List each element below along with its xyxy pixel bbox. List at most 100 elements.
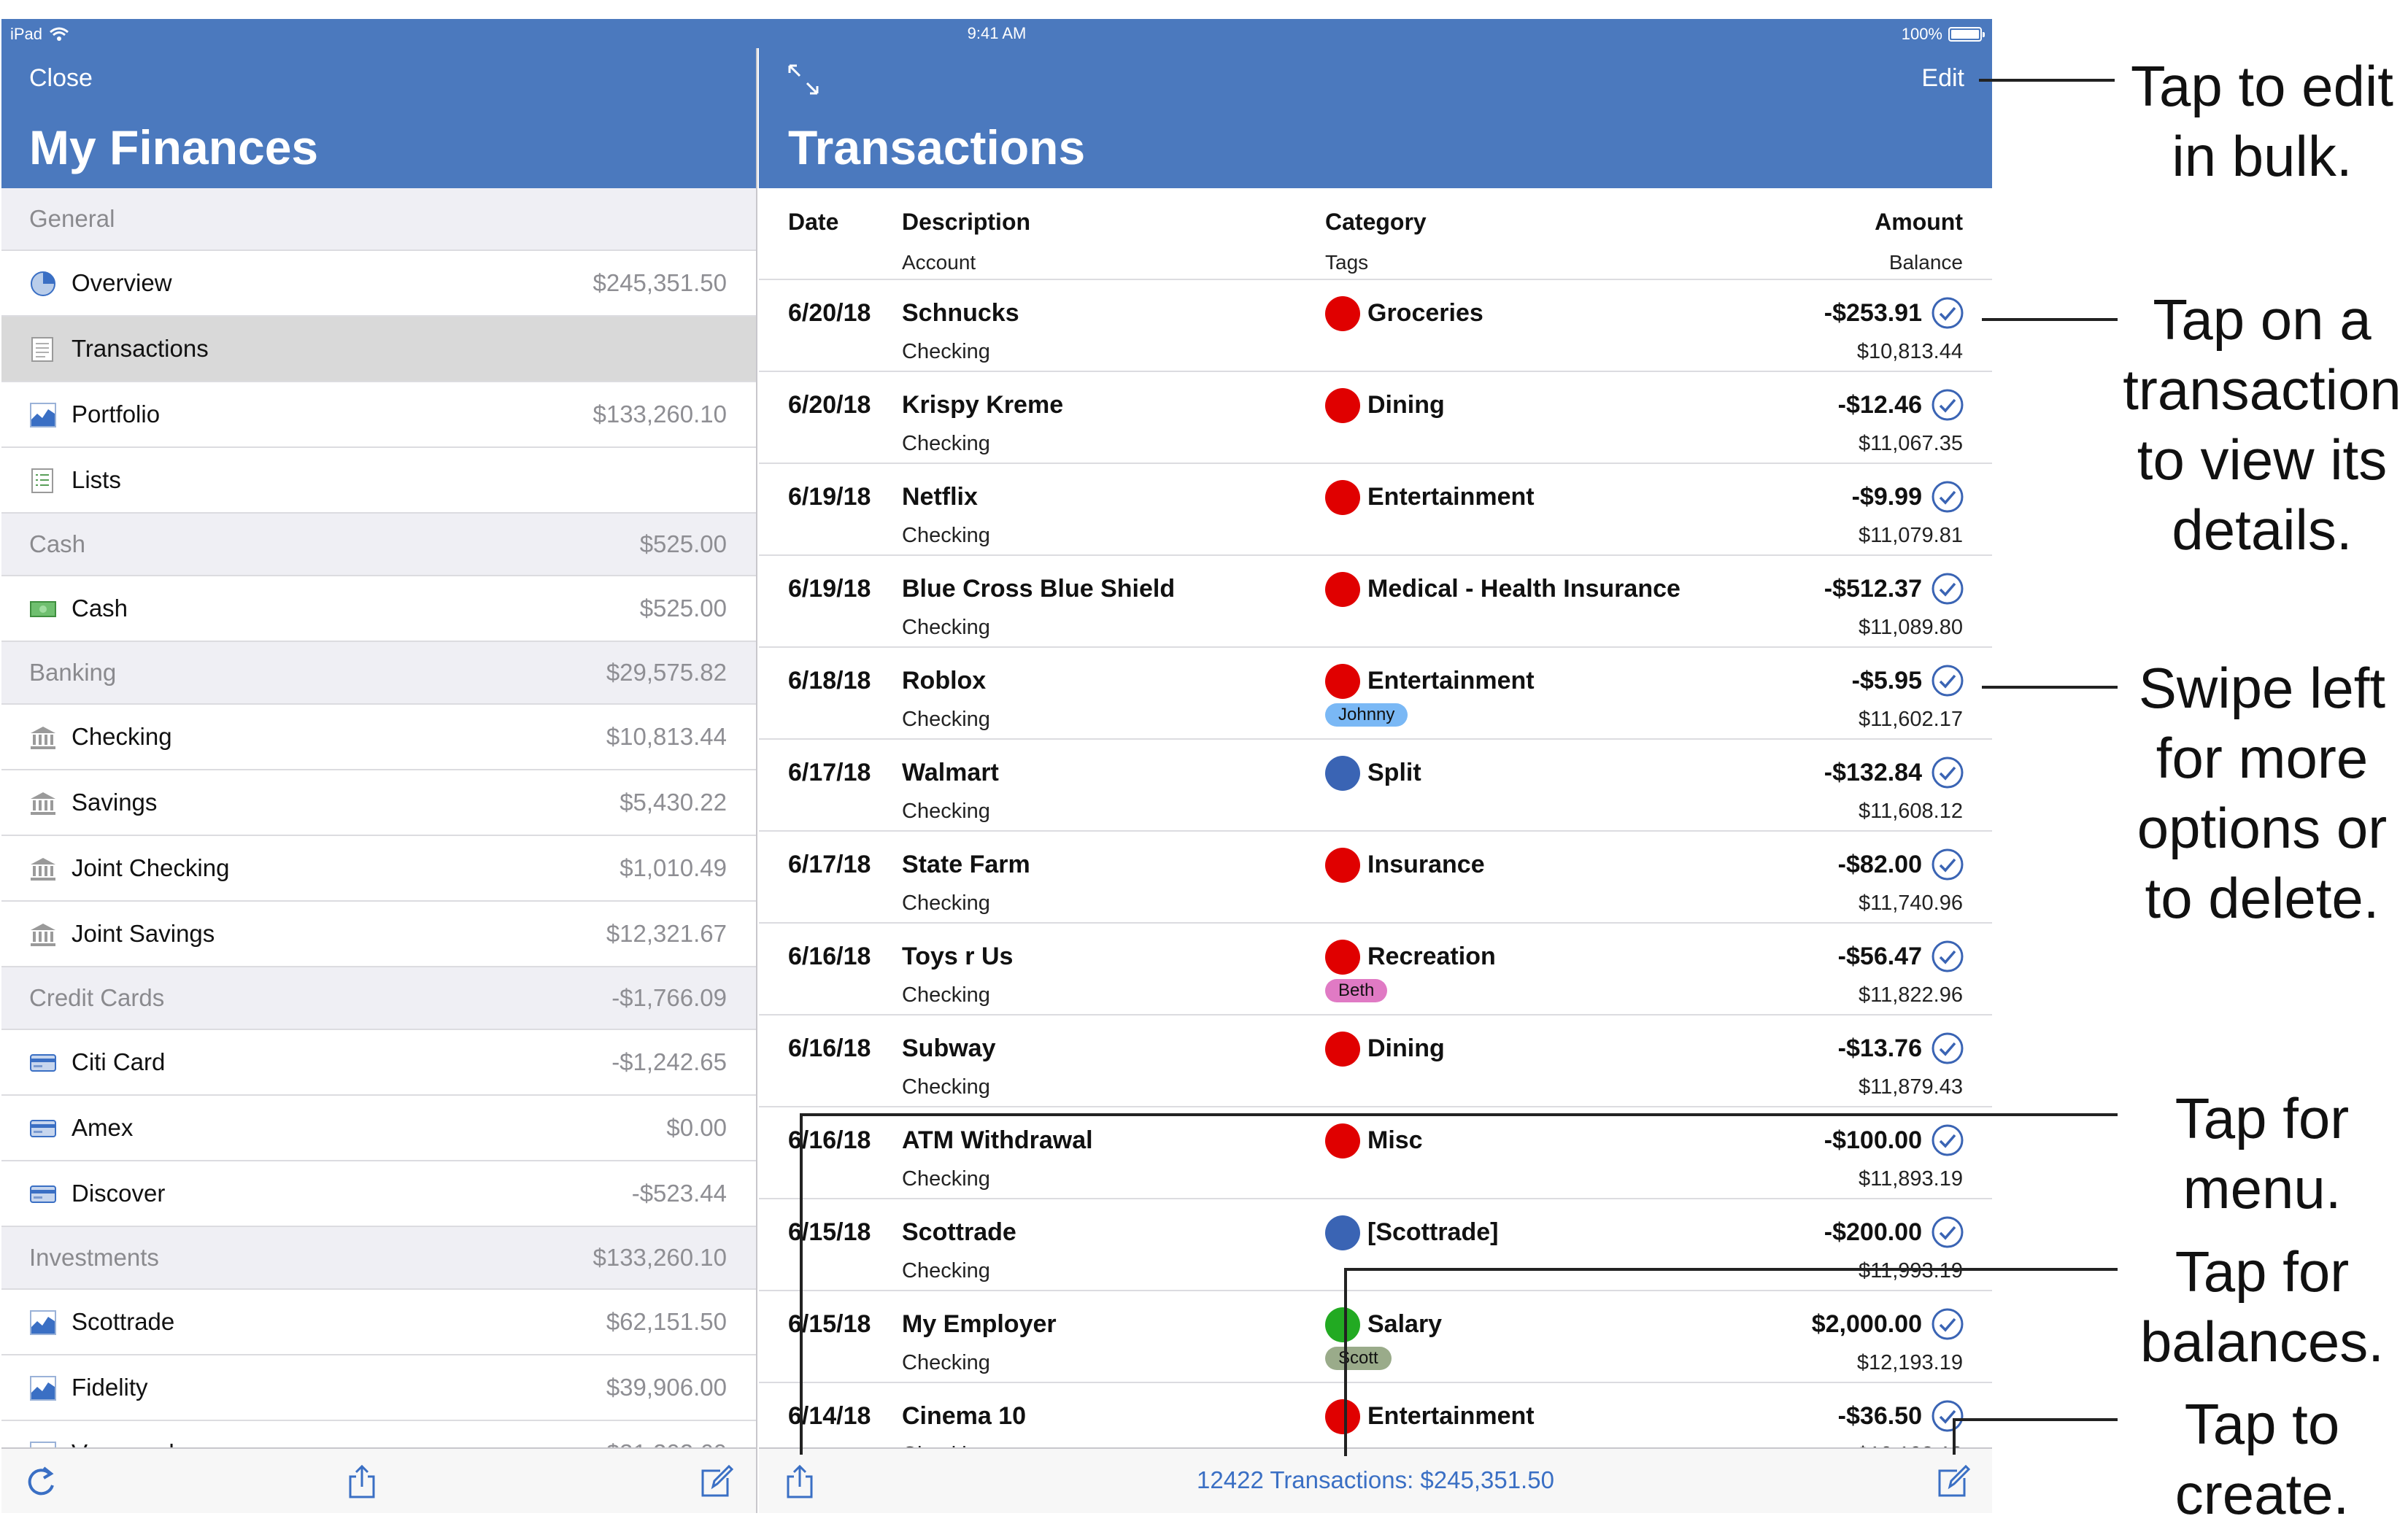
transaction-row[interactable]: 6/16/18 ATM Withdrawal Checking Misc -$100.0… <box>759 1107 1992 1199</box>
sidebar-item-portfolio[interactable]: Portfolio $133,260.10 <box>1 382 756 448</box>
sidebar-item-checking[interactable]: Checking $10,813.44 <box>1 705 756 770</box>
sidebar-row-value: -$523.44 <box>631 1180 727 1207</box>
transaction-row[interactable]: 6/16/18 Toys r Us Checking Recreation Beth -$… <box>759 924 1992 1015</box>
transaction-row[interactable]: 6/18/18 Roblox Checking Entertainment Johnny… <box>759 648 1992 740</box>
close-button[interactable]: Close <box>29 64 93 93</box>
transaction-description: My Employer <box>902 1310 1057 1338</box>
sidebar-item-joint-checking[interactable]: Joint Checking $1,010.49 <box>1 836 756 902</box>
transaction-description: Netflix <box>902 483 978 511</box>
sidebar-item-fidelity[interactable]: Fidelity $39,906.00 <box>1 1355 756 1421</box>
col-balance[interactable]: Balance <box>1889 251 1963 274</box>
sidebar-item-amex[interactable]: Amex $0.00 <box>1 1096 756 1161</box>
sidebar-row-label: Discover <box>72 1180 166 1207</box>
sidebar-item-lists[interactable]: Lists <box>1 448 756 514</box>
compose-icon[interactable] <box>1935 1463 1970 1500</box>
callout-swipe-line <box>1982 686 2118 689</box>
transaction-balance: $11,822.96 <box>1859 983 1963 1007</box>
sidebar-item-vanguard[interactable]: Vanguard $31,202.60 <box>1 1421 756 1447</box>
share-icon[interactable] <box>344 1463 379 1500</box>
col-category[interactable]: Category <box>1325 209 1427 236</box>
cleared-check-icon[interactable] <box>1931 848 1964 881</box>
sidebar-row-label: Portfolio <box>72 401 161 428</box>
refresh-icon[interactable] <box>23 1463 58 1500</box>
transaction-row[interactable]: 6/15/18 Scottrade Checking [Scottrade] -$200… <box>759 1199 1992 1291</box>
transaction-description: Roblox <box>902 667 987 695</box>
ipad-screen: iPad 9:41 AM 100% Close My Finances Gene… <box>1 19 1992 1513</box>
transaction-row[interactable]: 6/16/18 Subway Checking Dining -$13.76 $11,87… <box>759 1015 1992 1107</box>
sidebar-row-value: $12,321.67 <box>606 920 727 947</box>
cleared-check-icon[interactable] <box>1931 1032 1964 1065</box>
edit-button[interactable]: Edit <box>1921 64 1964 93</box>
transaction-balance: $11,602.17 <box>1859 708 1963 731</box>
sidebar-title: My Finances <box>29 120 319 174</box>
col-tags[interactable]: Tags <box>1325 251 1368 274</box>
col-amount[interactable]: Amount <box>1875 209 1963 236</box>
transaction-account: Checking <box>902 1259 990 1283</box>
sidebar-section-general: General <box>1 188 756 251</box>
transactions-panel: Edit Transactions Date Description Accou… <box>759 19 1992 1513</box>
sidebar-item-transactions[interactable]: Transactions <box>1 317 756 382</box>
col-date[interactable]: Date <box>788 209 838 236</box>
area-chart-icon <box>29 1309 57 1336</box>
sidebar-item-citi-card[interactable]: Citi Card -$1,242.65 <box>1 1030 756 1096</box>
transaction-row[interactable]: 6/19/18 Blue Cross Blue Shield Checking Med… <box>759 556 1992 648</box>
transaction-description: Blue Cross Blue Shield <box>902 575 1176 603</box>
transaction-row[interactable]: 6/15/18 My Employer Checking Salary Scott $2,… <box>759 1291 1992 1383</box>
sidebar-row-label: Fidelity <box>72 1374 148 1401</box>
expand-icon[interactable] <box>787 63 820 96</box>
pie-chart-icon <box>29 271 57 297</box>
compose-icon[interactable] <box>698 1463 733 1500</box>
transaction-account: Checking <box>902 983 990 1007</box>
sidebar-item-savings[interactable]: Savings $5,430.22 <box>1 770 756 836</box>
transactions-summary[interactable]: 12422 Transactions: $245,351.50 <box>759 1466 1992 1494</box>
transaction-category: Entertainment <box>1367 483 1535 511</box>
transaction-row[interactable]: 6/14/18Cinema 10CheckingEntertainment-$3… <box>759 1383 1992 1447</box>
sidebar-item-overview[interactable]: Overview $245,351.50 <box>1 251 756 317</box>
bank-icon <box>29 724 57 751</box>
cleared-check-icon[interactable] <box>1931 480 1964 514</box>
cleared-check-icon[interactable] <box>1931 388 1964 422</box>
sidebar-row-value: $1,010.49 <box>620 854 727 881</box>
col-account[interactable]: Account <box>902 251 976 274</box>
transaction-date: 6/16/18 <box>788 1034 871 1062</box>
sidebar-item-joint-savings[interactable]: Joint Savings $12,321.67 <box>1 902 756 967</box>
cleared-check-icon[interactable] <box>1931 1307 1964 1341</box>
sidebar-row-label: Cash <box>29 530 86 557</box>
cleared-check-icon[interactable] <box>1931 296 1964 330</box>
transaction-category: Dining <box>1367 391 1445 419</box>
callout-menu: Tap for menu. <box>2174 1086 2350 1220</box>
cleared-check-icon[interactable] <box>1931 1123 1964 1157</box>
cleared-check-icon[interactable] <box>1931 1215 1964 1249</box>
col-description[interactable]: Description <box>902 209 1030 236</box>
bank-icon <box>29 921 57 948</box>
transaction-category: Split <box>1367 759 1421 786</box>
cleared-check-icon[interactable] <box>1931 940 1964 973</box>
transactions-list[interactable]: 6/20/18 Schnucks Checking Groceries -$253.91… <box>759 280 1992 1447</box>
transaction-balance: $11,993.19 <box>1859 1259 1963 1283</box>
transaction-row[interactable]: 6/17/18 Walmart Checking Split -$132.84 $11,6… <box>759 740 1992 832</box>
sidebar-row-label: Transactions <box>72 335 209 362</box>
sidebar-item-scottrade[interactable]: Scottrade $62,151.50 <box>1 1290 756 1355</box>
transaction-row[interactable]: 6/19/18 Netflix Checking Entertainment -$9.9… <box>759 464 1992 556</box>
sidebar-row-value: $5,430.22 <box>620 789 727 816</box>
sidebar-row-label: Amex <box>72 1114 134 1141</box>
cleared-check-icon[interactable] <box>1931 664 1964 697</box>
cleared-check-icon[interactable] <box>1931 756 1964 789</box>
transaction-account: Checking <box>902 1075 990 1099</box>
transaction-row[interactable]: 6/20/18 Krispy Kreme Checking Dining -$12.46… <box>759 372 1992 464</box>
callout-edit-line <box>1979 79 2115 82</box>
sidebar-list[interactable]: General Overview $245,351.50 Transactions Po… <box>1 188 756 1447</box>
sidebar-row-value: $245,351.50 <box>593 269 727 296</box>
sidebar-item-cash[interactable]: Cash $525.00 <box>1 576 756 642</box>
sidebar-row-value: $39,906.00 <box>606 1374 727 1401</box>
callout-balances: Tap for balances. <box>2140 1239 2384 1374</box>
cleared-check-icon[interactable] <box>1931 572 1964 606</box>
sidebar-row-value: $133,260.10 <box>593 401 727 428</box>
sidebar-item-discover[interactable]: Discover -$523.44 <box>1 1161 756 1227</box>
transaction-row[interactable]: 6/20/18 Schnucks Checking Groceries -$253.91… <box>759 280 1992 372</box>
transaction-row[interactable]: 6/17/18 State Farm Checking Insurance -$82.0… <box>759 832 1992 924</box>
sidebar-row-value: $29,575.82 <box>606 659 727 686</box>
transaction-account: Checking <box>902 432 990 455</box>
cleared-check-icon[interactable] <box>1931 1399 1964 1433</box>
transaction-description: Krispy Kreme <box>902 391 1064 419</box>
